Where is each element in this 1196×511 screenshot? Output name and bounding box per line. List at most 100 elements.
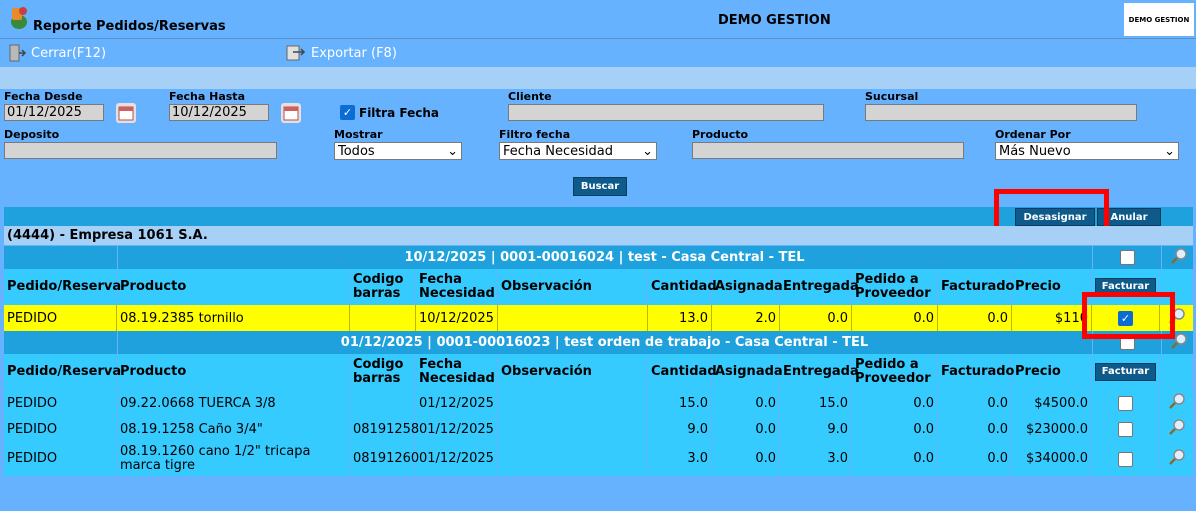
column-header-tipo: Pedido/Reserva [4, 354, 121, 390]
search-button[interactable]: Buscar [573, 177, 627, 196]
cell-facturado: 0.0 [938, 305, 1012, 331]
cell-chk [1092, 442, 1160, 476]
producto-label: Producto [692, 128, 749, 141]
column-header-precio: Precio [1012, 354, 1092, 390]
cell-producto: 08.19.1260 cano 1/2" tricapa marca tigre [117, 442, 350, 476]
facturar-button[interactable]: Facturar [1095, 363, 1156, 381]
cell-codigo [350, 390, 416, 416]
cell-fecha: 01/12/2025 [416, 442, 498, 476]
export-button-label: Exportar (F8) [311, 45, 397, 61]
table-header-row: Pedido/Reserva Producto Codigo barras Fecha… [4, 269, 1193, 305]
table-row[interactable]: PEDIDO 08.19.2385 tornillo 10/12/2025 13.0 2… [4, 305, 1193, 331]
group-title: 01/12/2025 | 0001-00016023 | test orden … [340, 335, 869, 350]
group-header: 01/12/2025 | 0001-00016023 | test orden … [4, 331, 1193, 354]
close-button-label: Cerrar(F12) [31, 45, 107, 61]
cell-precio: $23000.0 [1012, 416, 1092, 442]
cliente-input[interactable] [508, 104, 824, 121]
fecha-hasta-input[interactable]: 10/12/2025 [169, 104, 269, 121]
cell-entregada: 0.0 [780, 305, 852, 331]
cell-chk [1092, 390, 1160, 416]
column-header-facturado: Facturado [938, 269, 1015, 305]
column-header-obs: Observación [498, 269, 648, 305]
magnifier-icon[interactable] [1168, 392, 1186, 414]
mostrar-select[interactable]: Todos ⌄ [334, 142, 462, 160]
column-header-fecha: Fecha Necesidad [416, 354, 498, 390]
cell-entregada: 3.0 [780, 442, 852, 476]
calendar-icon[interactable] [116, 103, 136, 123]
cell-obs [498, 390, 648, 416]
group-left-cell [4, 246, 118, 269]
column-header-zoom [1160, 354, 1193, 390]
close-button[interactable]: Cerrar(F12) [7, 44, 106, 62]
column-header-entregada: Entregada [780, 354, 859, 390]
cell-cantidad: 15.0 [648, 390, 712, 416]
calendar-icon[interactable] [281, 103, 301, 123]
group-header: 10/12/2025 | 0001-00016024 | test - Casa… [4, 246, 1193, 269]
sucursal-input[interactable] [865, 104, 1137, 121]
chevron-down-icon: ⌄ [642, 143, 653, 159]
filtro-fecha-select[interactable]: Fecha Necesidad ⌄ [499, 142, 657, 160]
cell-precio: $110 [1012, 305, 1092, 331]
toolbar-separator [0, 67, 1196, 89]
row-checkbox[interactable] [1118, 421, 1133, 437]
cell-facturado: 0.0 [938, 416, 1012, 442]
export-button[interactable]: Exportar (F8) [285, 44, 397, 62]
sucursal-label: Sucursal [865, 90, 919, 103]
export-icon [286, 45, 306, 61]
fecha-hasta-label: Fecha Hasta [169, 90, 245, 103]
group-left-cell [4, 331, 118, 354]
annotation-highlight [1082, 292, 1175, 339]
deposito-input[interactable] [4, 142, 277, 159]
row-checkbox[interactable] [1119, 250, 1135, 265]
app-logo-icon [11, 7, 27, 29]
cell-fecha: 01/12/2025 [416, 416, 498, 442]
cell-asignada: 0.0 [712, 390, 780, 416]
cell-producto: 08.19.1258 Caño 3/4" [117, 416, 350, 442]
cell-asignada: 0.0 [712, 416, 780, 442]
table-row[interactable]: PEDIDO 08.19.1260 cano 1/2" tricapa marca… [4, 442, 1193, 476]
column-header-cantidad: Cantidad [648, 269, 717, 305]
cell-producto: 08.19.2385 tornillo [117, 305, 350, 331]
cell-entregada: 15.0 [780, 390, 852, 416]
filtro-fecha-value: Fecha Necesidad [503, 143, 613, 159]
table-row[interactable]: PEDIDO 09.22.0668 TUERCA 3/8 01/12/2025 15.… [4, 390, 1193, 416]
cell-cantidad: 13.0 [648, 305, 712, 331]
cell-tipo: PEDIDO [4, 416, 117, 442]
group-select-cell [1092, 246, 1162, 269]
cell-precio: $4500.0 [1012, 390, 1092, 416]
magnifier-icon[interactable] [1170, 247, 1188, 269]
cell-tipo: PEDIDO [4, 442, 117, 476]
cell-zoom [1160, 442, 1193, 476]
cell-entregada: 9.0 [780, 416, 852, 442]
cell-proveedor: 0.0 [852, 442, 938, 476]
company-logo: DEMO GESTION [1124, 3, 1194, 36]
group-title: 10/12/2025 | 0001-00016024 | test - Casa… [404, 250, 805, 265]
producto-input[interactable] [692, 142, 964, 159]
column-header-producto: Producto [117, 269, 350, 305]
filtro-fecha-label: Filtro fecha [499, 128, 571, 141]
table-row[interactable]: PEDIDO 08.19.1258 Caño 3/4" 08191258 01/12/… [4, 416, 1193, 442]
cell-codigo: 08191258 [350, 416, 419, 442]
checkbox-icon[interactable]: ✓ [340, 105, 355, 120]
chevron-down-icon: ⌄ [1164, 143, 1175, 159]
ordenar-por-select[interactable]: Más Nuevo ⌄ [995, 142, 1179, 160]
row-checkbox[interactable] [1118, 451, 1133, 467]
column-header-proveedor: Pedido a Proveedor [852, 269, 938, 305]
cell-tipo: PEDIDO [4, 390, 117, 416]
filtra-fecha-checkbox[interactable]: ✓ Filtra Fecha [340, 105, 439, 120]
row-checkbox[interactable] [1118, 395, 1133, 411]
column-header-producto: Producto [117, 354, 350, 390]
magnifier-icon[interactable] [1168, 418, 1186, 440]
column-header-proveedor: Pedido a Proveedor [852, 354, 938, 390]
company-title: DEMO GESTION [718, 13, 831, 28]
cell-codigo [350, 305, 416, 331]
column-header-fecha: Fecha Necesidad [416, 269, 498, 305]
column-header-asignada: Asignada [712, 354, 783, 390]
magnifier-icon[interactable] [1168, 448, 1186, 470]
fecha-desde-input[interactable]: 01/12/2025 [4, 104, 104, 121]
page-title: Reporte Pedidos/Reservas [33, 19, 226, 34]
cell-asignada: 2.0 [712, 305, 780, 331]
chevron-down-icon: ⌄ [447, 143, 458, 159]
column-header-codigo: Codigo barras [350, 269, 416, 305]
fecha-desde-label: Fecha Desde [4, 90, 83, 103]
